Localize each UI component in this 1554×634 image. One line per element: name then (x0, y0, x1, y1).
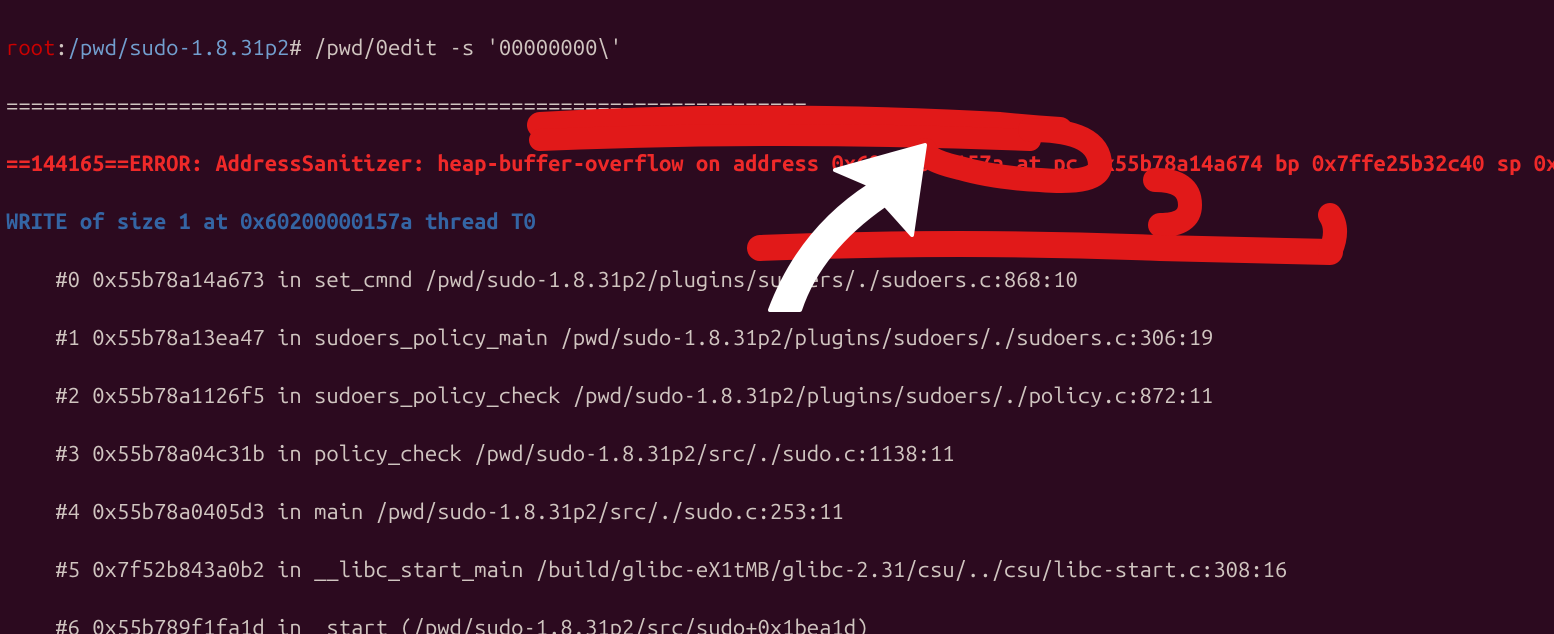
prompt-sigil: # (289, 35, 301, 60)
divider-line: ========================================… (6, 91, 1548, 120)
asan-write-line: WRITE of size 1 at 0x60200000157a thread… (6, 207, 1548, 236)
stack-frame: #3 0x55b78a04c31b in policy_check /pwd/s… (6, 439, 1548, 468)
stack-frame: #1 0x55b78a13ea47 in sudoers_policy_main… (6, 323, 1548, 352)
prompt-sep: : (55, 35, 67, 60)
prompt-user: root (6, 35, 55, 60)
stack-frame: #2 0x55b78a1126f5 in sudoers_policy_chec… (6, 381, 1548, 410)
stack-frame: #0 0x55b78a14a673 in set_cmnd /pwd/sudo-… (6, 265, 1548, 294)
stack-frame: #5 0x7f52b843a0b2 in __libc_start_main /… (6, 555, 1548, 584)
stack-frame: #6 0x55b789f1fa1d in _start (/pwd/sudo-1… (6, 613, 1548, 634)
prompt-cwd: /pwd/sudo-1.8.31p2 (68, 35, 290, 60)
typed-command: /pwd/0edit -s '00000000\' (302, 35, 622, 60)
prompt-line: root:/pwd/sudo-1.8.31p2# /pwd/0edit -s '… (6, 33, 1548, 62)
stack-frame: #4 0x55b78a0405d3 in main /pwd/sudo-1.8.… (6, 497, 1548, 526)
asan-error-line: ==144165==ERROR: AddressSanitizer: heap-… (6, 149, 1548, 178)
terminal-output[interactable]: root:/pwd/sudo-1.8.31p2# /pwd/0edit -s '… (0, 0, 1554, 634)
